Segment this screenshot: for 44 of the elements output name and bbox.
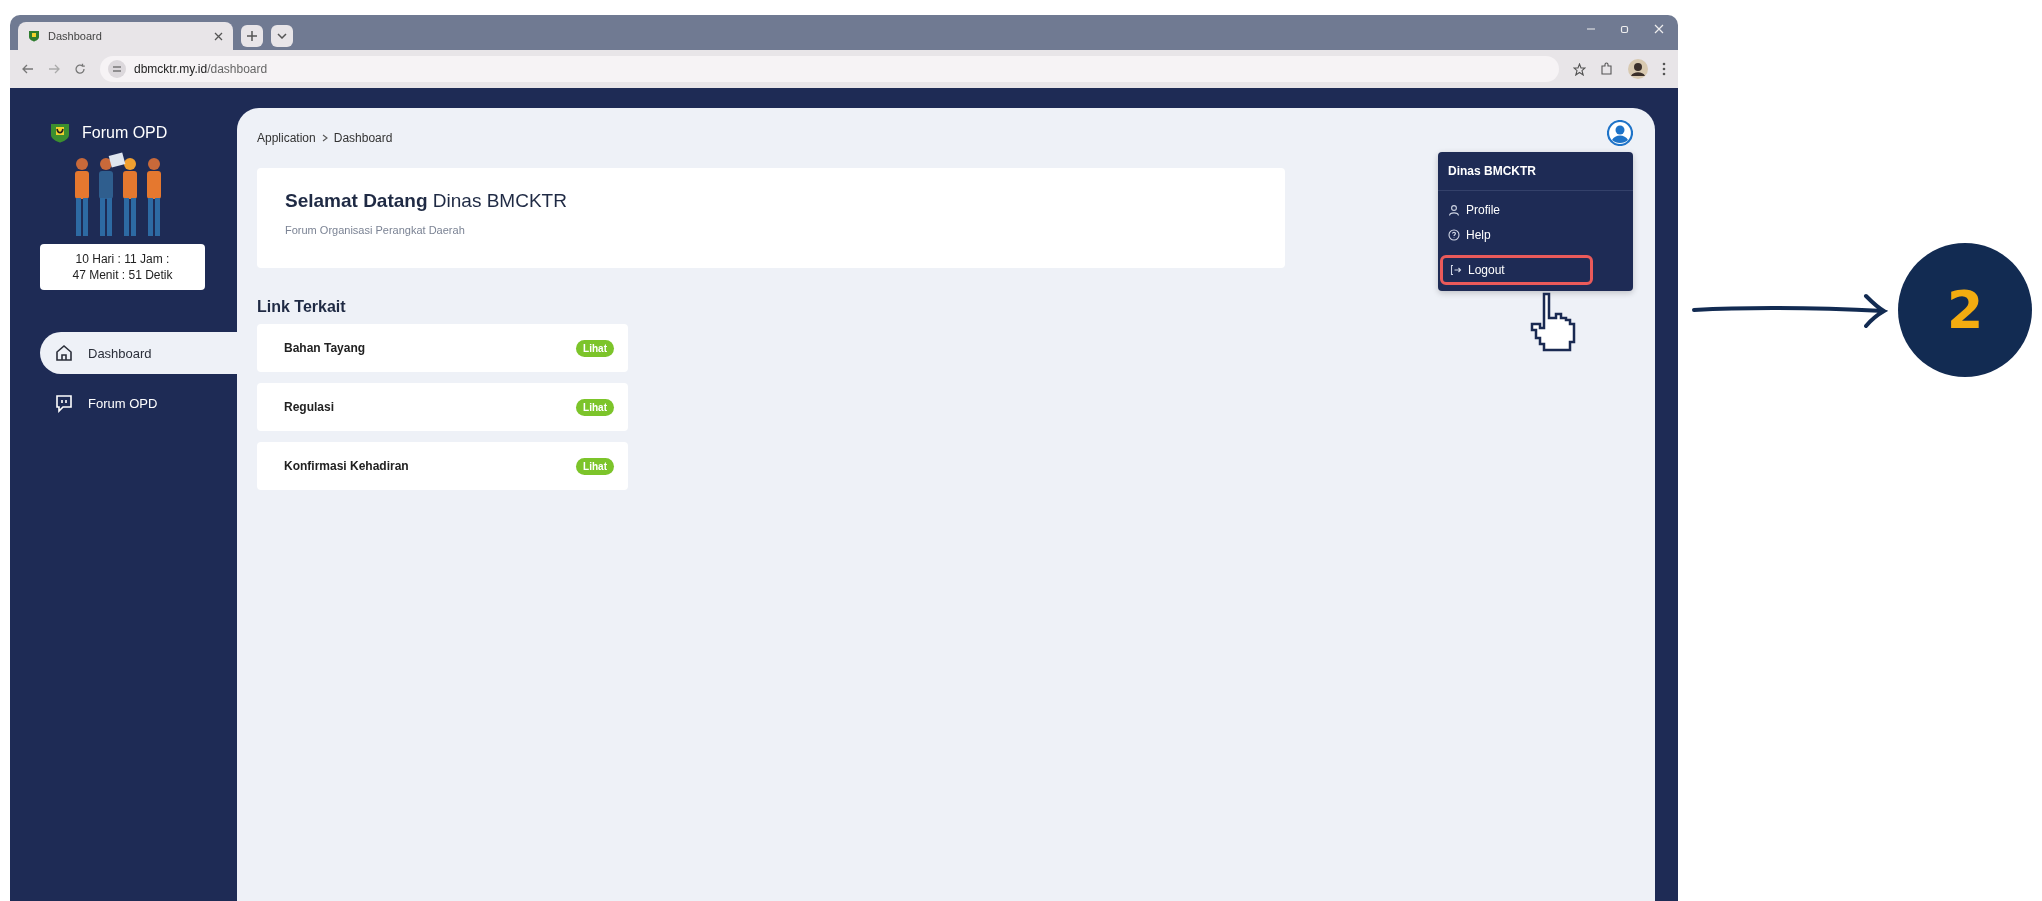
new-tab-button[interactable] bbox=[241, 25, 263, 47]
step-number-badge: 2 bbox=[1898, 243, 2032, 377]
reload-icon[interactable] bbox=[74, 63, 86, 75]
menu-item[interactable]: Profile bbox=[1438, 197, 1633, 222]
menu-item[interactable]: Logout bbox=[1440, 255, 1593, 285]
puzzle-icon[interactable] bbox=[1600, 62, 1614, 76]
brand-name: Forum OPD bbox=[82, 124, 168, 142]
menu-item[interactable]: Help bbox=[1438, 222, 1633, 247]
star-icon[interactable] bbox=[1573, 62, 1586, 76]
link-label: Regulasi bbox=[284, 400, 334, 414]
user-icon[interactable] bbox=[1607, 120, 1633, 146]
close-icon[interactable] bbox=[214, 31, 223, 41]
nav-item[interactable]: Dashboard bbox=[40, 332, 237, 374]
forward-icon[interactable] bbox=[48, 63, 60, 75]
help-icon bbox=[1448, 228, 1460, 241]
logout-icon bbox=[1450, 264, 1462, 276]
site-settings-icon bbox=[108, 60, 126, 78]
address-bar[interactable]: dbmcktr.my.id/dashboard bbox=[100, 56, 1559, 82]
more-icon[interactable] bbox=[1662, 62, 1666, 76]
breadcrumb-item[interactable]: Application bbox=[257, 131, 316, 145]
link-label: Konfirmasi Kehadiran bbox=[284, 459, 409, 473]
nav-item[interactable]: Forum OPD bbox=[40, 382, 237, 424]
person-icon bbox=[1448, 203, 1460, 216]
tab-list-button[interactable] bbox=[271, 25, 293, 47]
restore-icon[interactable] bbox=[1620, 23, 1630, 34]
home-icon bbox=[54, 343, 74, 363]
chevron-down-icon bbox=[277, 33, 287, 39]
avatar-icon[interactable] bbox=[1628, 59, 1648, 79]
chat-icon bbox=[54, 393, 74, 413]
plus-icon bbox=[247, 31, 257, 41]
countdown-timer: 10 Hari : 11 Jam : 47 Menit : 51 Detik bbox=[40, 244, 205, 290]
welcome-subtitle: Forum Organisasi Perangkat Daerah bbox=[285, 224, 466, 236]
user-name: Dinas BMCKTR bbox=[1438, 152, 1633, 191]
link-label: Bahan Tayang bbox=[284, 341, 366, 355]
url-text: dbmcktr.my.id/dashboard bbox=[134, 62, 268, 76]
shield-logo-icon bbox=[50, 123, 70, 143]
back-icon[interactable] bbox=[22, 63, 34, 75]
tab-title: Dashboard bbox=[48, 30, 103, 42]
browser-tab[interactable]: Dashboard bbox=[18, 22, 233, 50]
welcome-title: Selamat Datang Dinas BMCKTR bbox=[285, 190, 568, 212]
breadcrumb-item: Dashboard bbox=[333, 131, 393, 145]
section-title: Link Terkait bbox=[257, 298, 347, 316]
shield-icon bbox=[28, 30, 40, 42]
chevron-right-icon bbox=[321, 134, 328, 142]
